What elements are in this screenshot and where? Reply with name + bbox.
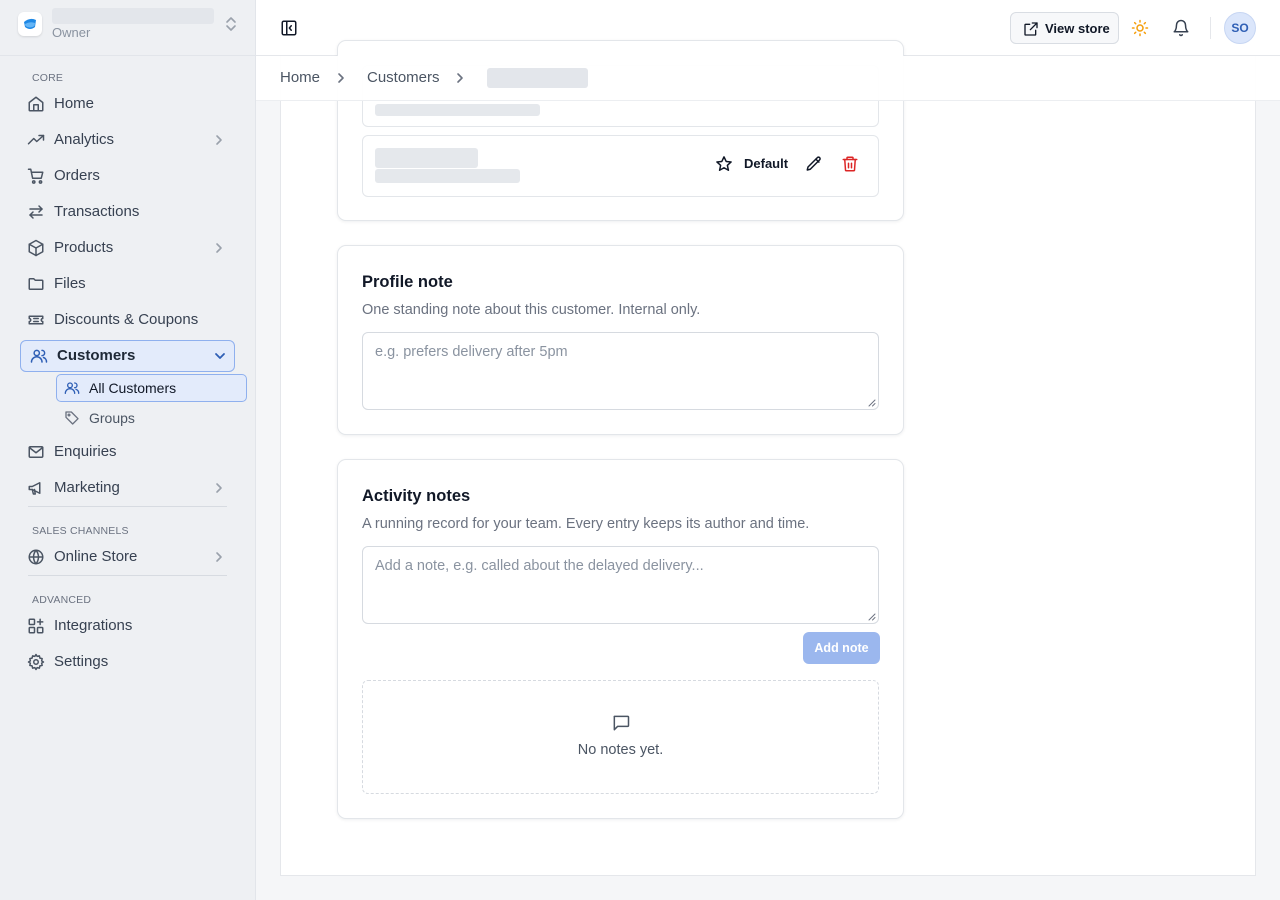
sidebar-subitem-all-customers[interactable]: All Customers (56, 374, 247, 402)
activity-notes-title: Activity notes (362, 487, 471, 505)
sidebar-item-enquiries[interactable]: Enquiries (20, 436, 235, 468)
activity-note-input[interactable]: Add a note, e.g. called about the delaye… (362, 546, 879, 624)
address-line-placeholder (375, 104, 540, 116)
sidebar-item-label: Analytics (54, 131, 115, 148)
grid-plus-icon (27, 617, 45, 635)
breadcrumb-customers[interactable]: Customers (367, 69, 440, 86)
star-icon[interactable] (715, 155, 733, 173)
profile-note-card: Profile note One standing note about thi… (337, 245, 904, 435)
sidebar-item-label: Marketing (54, 479, 120, 496)
nav-section-sales-channels: SALES CHANNELS (32, 525, 129, 537)
sidebar-item-analytics[interactable]: Analytics (20, 124, 235, 156)
breadcrumb-home[interactable]: Home (280, 69, 320, 86)
profile-note-title: Profile note (362, 273, 453, 291)
chevron-right-icon (335, 71, 347, 85)
pencil-icon[interactable] (805, 155, 823, 173)
sidebar-item-label: Settings (54, 653, 109, 670)
sidebar-item-marketing[interactable]: Marketing (20, 472, 235, 504)
globe-icon (27, 548, 45, 566)
sidebar-item-label: Orders (54, 167, 100, 184)
sidebar-item-label: Customers (57, 347, 136, 364)
sidebar-item-integrations[interactable]: Integrations (20, 610, 235, 642)
sidebar-subitem-label: All Customers (89, 380, 177, 396)
sidebar-item-home[interactable]: Home (20, 88, 235, 120)
ticket-icon (27, 311, 45, 329)
address-name-placeholder (375, 148, 478, 168)
resize-handle-icon[interactable] (868, 399, 876, 407)
profile-note-input[interactable]: e.g. prefers delivery after 5pm (362, 332, 879, 410)
chevron-right-icon (212, 133, 226, 147)
sidebar-toggle-icon[interactable] (280, 19, 298, 37)
trash-icon[interactable] (841, 155, 859, 173)
gear-icon (27, 653, 45, 671)
sidebar-item-products[interactable]: Products (20, 232, 235, 264)
nav-section-core: CORE (32, 72, 64, 84)
store-role: Owner (52, 25, 91, 40)
sidebar-item-customers[interactable]: Customers (20, 340, 235, 372)
sidebar-item-label: Discounts & Coupons (54, 311, 199, 328)
chevron-down-icon (213, 349, 227, 363)
sidebar-subitem-groups[interactable]: Groups (56, 404, 247, 432)
chevron-right-icon (454, 71, 466, 85)
notes-empty-state: No notes yet. (362, 680, 879, 794)
message-square-icon (611, 713, 631, 733)
sidebar-item-online-store[interactable]: Online Store (20, 541, 235, 573)
users-icon (64, 380, 80, 396)
sun-icon[interactable] (1131, 19, 1149, 37)
users-icon (30, 347, 48, 365)
default-label[interactable]: Default (744, 156, 788, 171)
view-store-button[interactable]: View store (1010, 12, 1119, 44)
sidebar-item-orders[interactable]: Orders (20, 160, 235, 192)
sidebar-item-label: Enquiries (54, 443, 117, 460)
profile-note-placeholder: e.g. prefers delivery after 5pm (375, 344, 568, 360)
activity-notes-description: A running record for your team. Every en… (362, 516, 810, 532)
trending-up-icon (27, 131, 45, 149)
nav-section-advanced: ADVANCED (32, 594, 92, 606)
store-logo-icon (18, 12, 42, 36)
sidebar-item-label: Products (54, 239, 114, 256)
sidebar-divider (28, 575, 227, 576)
sidebar-divider (28, 506, 227, 507)
activity-note-placeholder: Add a note, e.g. called about the delaye… (375, 558, 704, 574)
home-icon (27, 95, 45, 113)
sidebar-item-files[interactable]: Files (20, 268, 235, 300)
chevron-right-icon (212, 241, 226, 255)
sidebar: Owner CORE Home Analytics Orders Transac… (0, 0, 256, 900)
sidebar-item-label: Online Store (54, 548, 138, 565)
view-store-label: View store (1045, 21, 1110, 36)
chevron-up-down-icon (224, 14, 238, 34)
profile-note-description: One standing note about this customer. I… (362, 302, 701, 318)
box-icon (27, 239, 45, 257)
tag-icon (64, 410, 80, 426)
add-note-button[interactable]: Add note (803, 632, 880, 664)
cart-icon (27, 167, 45, 185)
sidebar-item-settings[interactable]: Settings (20, 646, 235, 678)
mail-icon (27, 443, 45, 461)
external-link-icon (1023, 21, 1039, 37)
address-line-placeholder (375, 169, 520, 183)
address-row: Default (362, 135, 879, 197)
avatar[interactable]: SO (1224, 12, 1256, 44)
bell-icon[interactable] (1172, 19, 1190, 37)
sidebar-item-label: Integrations (54, 617, 133, 634)
sidebar-item-discounts[interactable]: Discounts & Coupons (20, 304, 235, 336)
store-name-placeholder (52, 8, 214, 24)
arrows-exchange-icon (27, 203, 45, 221)
sidebar-item-label: Home (54, 95, 95, 112)
chevron-right-icon (212, 550, 226, 564)
empty-notes-text: No notes yet. (577, 742, 664, 758)
sidebar-subitem-label: Groups (89, 410, 135, 426)
resize-handle-icon[interactable] (868, 613, 876, 621)
chevron-right-icon (212, 481, 226, 495)
store-switcher[interactable]: Owner (0, 0, 256, 56)
activity-notes-card: Activity notes A running record for your… (337, 459, 904, 819)
breadcrumb-current-placeholder (487, 68, 588, 88)
breadcrumb: Home Customers (256, 56, 1280, 101)
megaphone-icon (27, 479, 45, 497)
topbar-divider (1210, 17, 1211, 39)
folder-icon (27, 275, 45, 293)
sidebar-item-transactions[interactable]: Transactions (20, 196, 235, 228)
sidebar-item-label: Files (54, 275, 86, 292)
sidebar-item-label: Transactions (54, 203, 140, 220)
